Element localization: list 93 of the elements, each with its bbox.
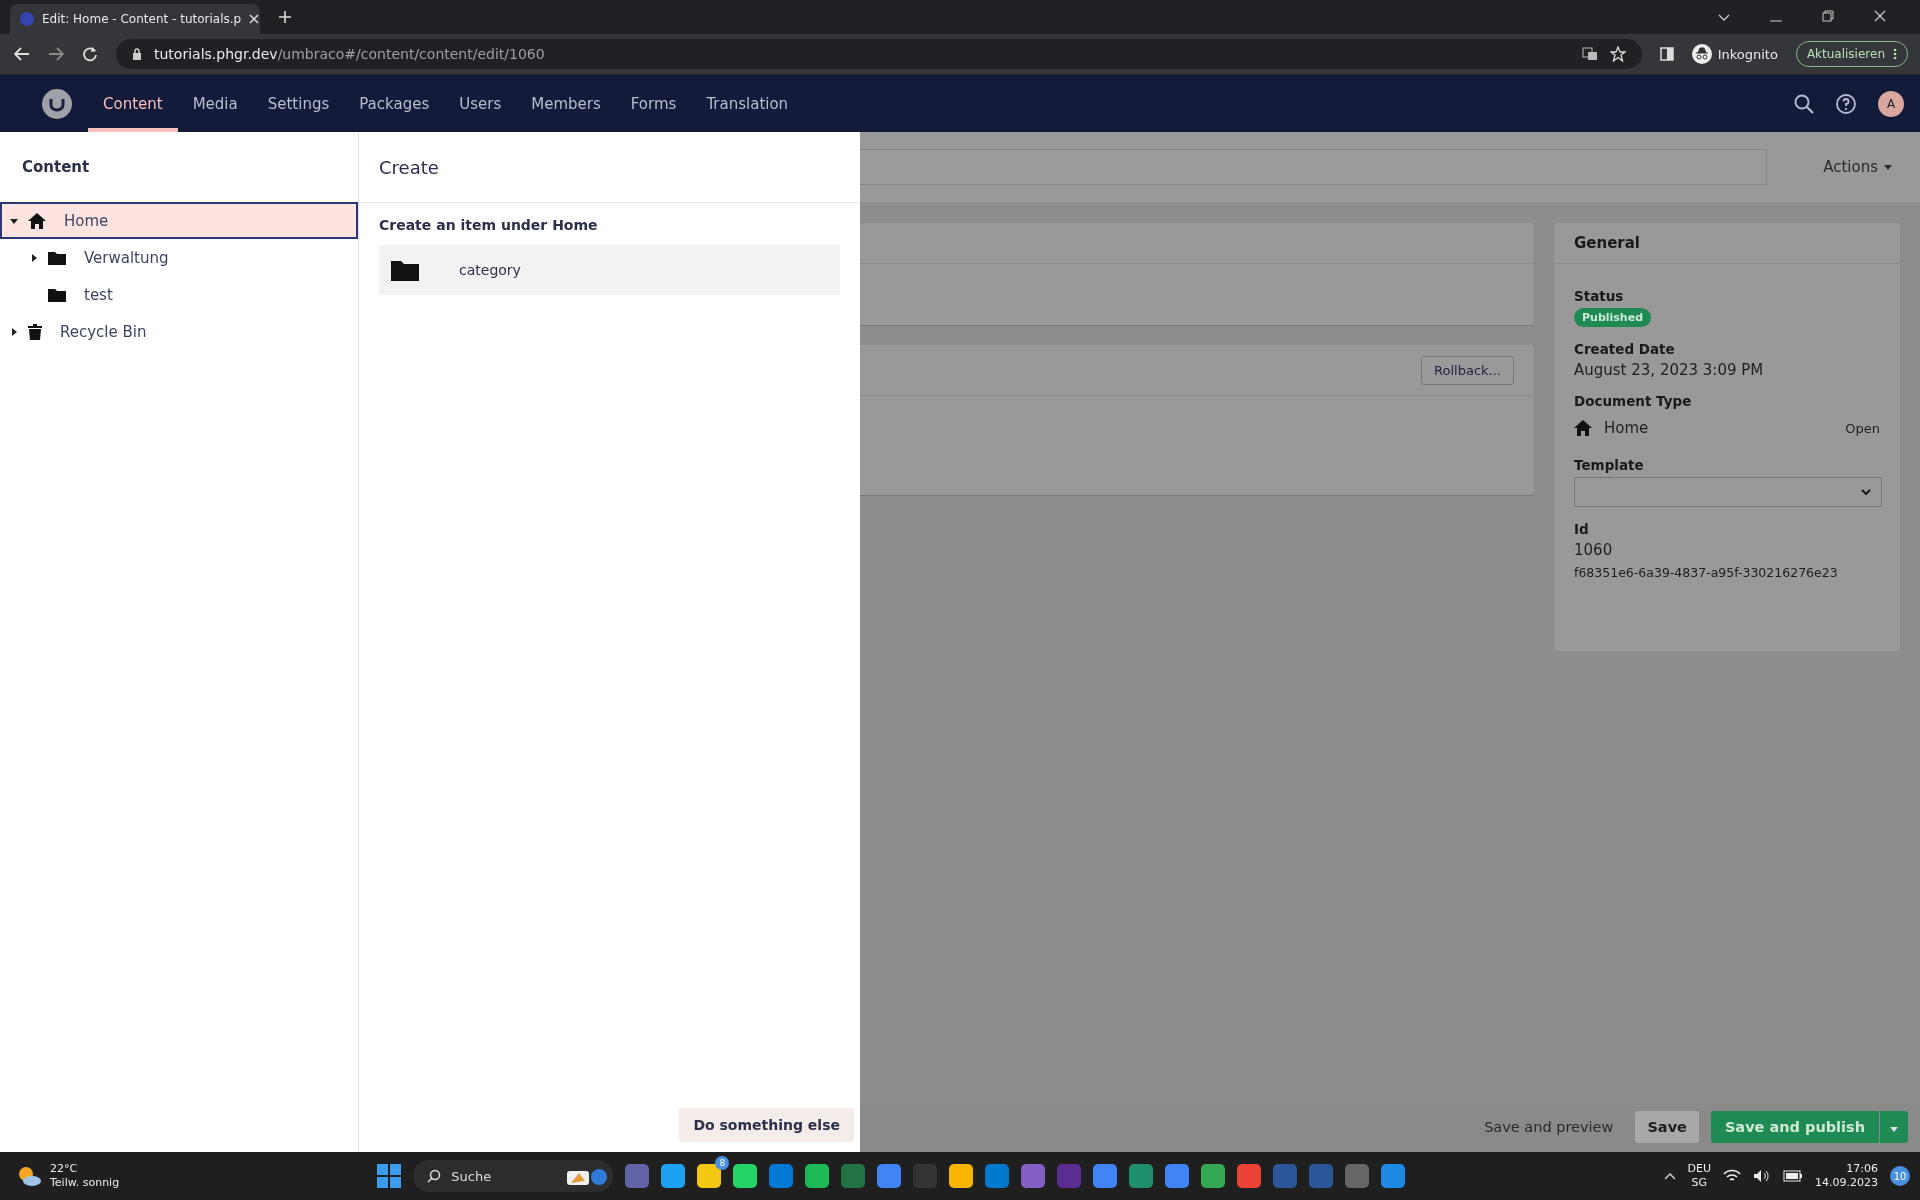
app-icon[interactable] (805, 1164, 830, 1188)
save-and-preview-button[interactable]: Save and preview (1474, 1111, 1624, 1143)
status-badge: Published (1574, 308, 1652, 327)
do-something-else-button[interactable]: Do something else (679, 1108, 854, 1142)
open-link[interactable]: Open (1845, 420, 1880, 436)
speaker-icon[interactable] (1753, 1169, 1771, 1183)
help-icon[interactable] (1836, 93, 1856, 114)
app-icon[interactable] (661, 1164, 686, 1188)
temperature: 22°C (50, 1162, 79, 1176)
back-icon[interactable] (14, 47, 30, 61)
caret-icon (1884, 164, 1892, 170)
section-tab[interactable]: Media (177, 75, 253, 132)
save-button[interactable]: Save (1635, 1111, 1699, 1143)
create-subtitle: Create an item under Home (379, 217, 599, 233)
translate-icon[interactable] (1581, 47, 1598, 61)
more-icon (1893, 48, 1897, 60)
incognito-badge[interactable]: Inkognito (1691, 44, 1778, 64)
app-icon[interactable] (949, 1164, 974, 1188)
document-type-option[interactable]: category (379, 245, 840, 295)
close-icon[interactable] (249, 14, 260, 24)
language[interactable]: DEU (1687, 1162, 1711, 1176)
windows-icon[interactable] (377, 1164, 402, 1188)
lock-icon (132, 48, 142, 60)
side-panel-icon[interactable] (1659, 47, 1674, 61)
search-icon[interactable] (1794, 93, 1814, 114)
reload-icon[interactable] (82, 46, 98, 62)
field-value: f68351e6-6a39-4837-a95f-330216276e23 (1574, 565, 1838, 580)
app-icon[interactable] (1237, 1164, 1262, 1188)
field-label: Template (1574, 457, 1644, 473)
rollback-button[interactable]: Rollback... (1421, 355, 1514, 385)
house-icon (28, 212, 46, 229)
clock-date[interactable]: 14.09.2023 (1815, 1176, 1878, 1190)
field-label: Created Date (1574, 341, 1675, 357)
clock-time[interactable]: 17:06 (1846, 1162, 1878, 1176)
trash-icon (28, 323, 42, 340)
actions-button[interactable]: Actions (1817, 157, 1898, 177)
folder-icon (48, 250, 66, 265)
forward-icon[interactable] (48, 47, 64, 61)
taskbar-search[interactable]: Suche (413, 1160, 614, 1192)
app-icon[interactable] (1381, 1164, 1406, 1188)
folder-icon (391, 259, 419, 281)
section-tab[interactable]: Users (444, 75, 517, 132)
folder-icon (48, 287, 66, 302)
field-value: August 23, 2023 3:09 PM (1574, 361, 1764, 379)
wifi-icon[interactable] (1723, 1169, 1741, 1183)
browser-tab[interactable]: Edit: Home - Content - tutorials.p (10, 4, 260, 34)
umbraco-icon (20, 12, 34, 26)
section-tab[interactable]: Forms (615, 75, 692, 132)
app-icon[interactable] (1201, 1164, 1226, 1188)
caret-icon (1890, 1126, 1898, 1132)
region[interactable]: SG (1691, 1176, 1708, 1190)
app-icon[interactable] (877, 1164, 902, 1188)
name-field[interactable] (860, 149, 1768, 185)
tree-title: Content (21, 157, 91, 178)
tree-item[interactable]: Home (0, 202, 358, 239)
caret-icon[interactable] (10, 327, 18, 336)
card-title: General (1554, 223, 1900, 264)
notification-badge: 8 (715, 1156, 730, 1170)
weather-text: Teilw. sonnig (50, 1176, 120, 1190)
app-icon[interactable] (733, 1164, 758, 1188)
section-tab[interactable]: Packages (344, 75, 445, 132)
plus-icon[interactable] (278, 10, 292, 24)
search-icon (427, 1169, 442, 1183)
app-icon[interactable] (1165, 1164, 1190, 1188)
star-icon[interactable] (1609, 46, 1626, 62)
app-icon[interactable] (697, 1164, 722, 1188)
update-button[interactable]: Aktualisieren (1795, 41, 1908, 67)
app-icon[interactable] (1093, 1164, 1118, 1188)
chevron-up-icon[interactable] (1663, 1172, 1676, 1180)
field-value: Home (1604, 419, 1649, 437)
field-label: Document Type (1574, 393, 1692, 409)
section-tab[interactable]: Settings (252, 75, 345, 132)
umbraco-logo-icon[interactable] (42, 88, 72, 119)
field-label: Id (1574, 521, 1589, 537)
house-icon (1574, 420, 1592, 436)
tree-item[interactable]: Recycle Bin (0, 313, 358, 350)
restore-icon[interactable] (1822, 10, 1834, 22)
tree-item[interactable]: test (0, 276, 358, 313)
close-icon[interactable] (1874, 10, 1886, 22)
caret-icon[interactable] (10, 216, 18, 225)
tree-item[interactable]: Verwaltung (0, 239, 358, 276)
user-avatar[interactable]: A (1878, 90, 1904, 117)
address-field[interactable]: tutorials.phgr.dev/umbraco#/content/content/edit/1060 (116, 39, 1642, 69)
weather-icon[interactable] (16, 1165, 42, 1187)
field-label: Status (1574, 288, 1624, 304)
chevron-down-icon (1861, 488, 1871, 496)
battery-icon[interactable] (1783, 1170, 1803, 1182)
section-tab[interactable]: Members (516, 75, 616, 132)
field-value: 1060 (1574, 541, 1613, 559)
section-tab[interactable]: Translation (691, 75, 804, 132)
chevron-down-icon[interactable] (1718, 14, 1730, 22)
caret-icon[interactable] (30, 253, 38, 262)
incognito-icon (1691, 44, 1712, 64)
